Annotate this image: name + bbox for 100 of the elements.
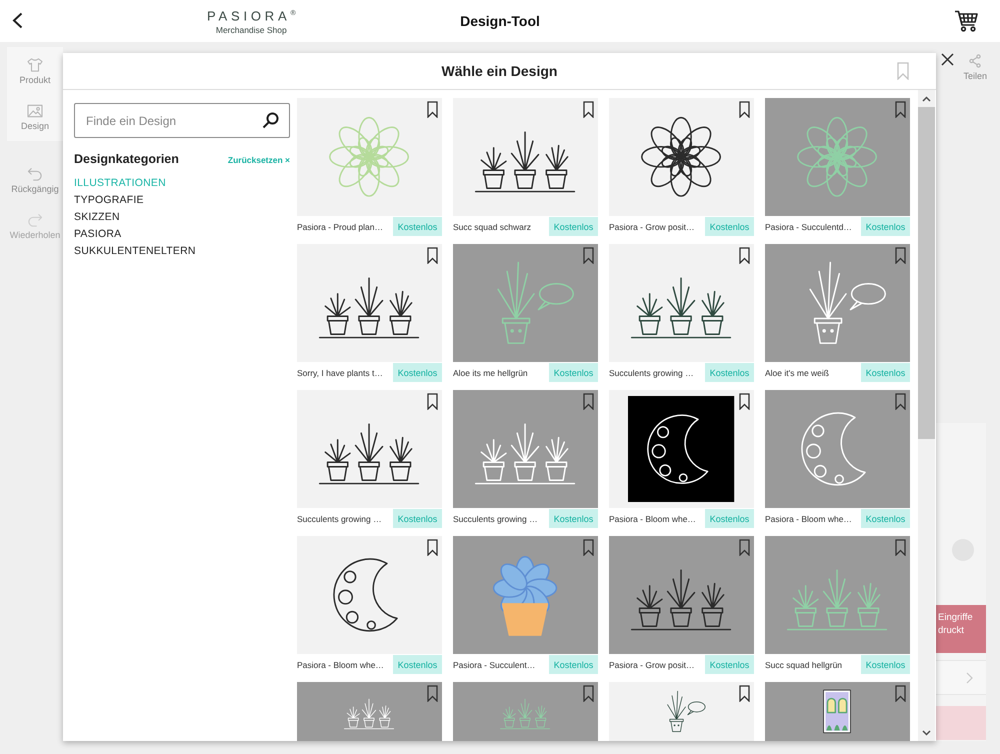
price-badge: Kostenlos [861, 509, 910, 528]
price-badge: Kostenlos [549, 363, 598, 382]
category-link[interactable]: PASIORA [74, 226, 122, 243]
design-thumbnail[interactable] [453, 536, 598, 654]
toolbar-button[interactable]: Design [20, 104, 49, 132]
bookmark-icon[interactable] [895, 247, 906, 264]
design-thumbnail[interactable] [765, 536, 910, 654]
bookmark-icon[interactable] [895, 685, 906, 702]
design-title: Aloe its me hellgrün [453, 368, 528, 378]
bookmark-icon[interactable] [583, 539, 594, 556]
bookmark-icon[interactable] [739, 539, 750, 556]
category-link[interactable]: SKIZZEN [74, 209, 120, 226]
redo-icon [27, 213, 43, 227]
price-badge: Kostenlos [705, 655, 754, 674]
design-title: Pasiora - Grow posit… [609, 660, 694, 670]
categories-heading: Designkategorien [74, 152, 179, 166]
share-button[interactable]: Teilen [963, 54, 987, 82]
price-badge: Kostenlos [549, 655, 598, 674]
design-thumbnail[interactable] [765, 244, 910, 362]
bookmark-icon[interactable] [739, 393, 750, 410]
design-thumbnail[interactable] [609, 536, 754, 654]
dialog-title: Wähle ein Design [442, 63, 558, 79]
design-thumbnail[interactable] [453, 98, 598, 216]
design-thumbnail[interactable] [297, 682, 442, 741]
price-badge: Kostenlos [549, 509, 598, 528]
price-badge: Kostenlos [393, 509, 442, 528]
design-thumbnail[interactable] [609, 682, 754, 741]
share-icon [969, 54, 982, 68]
bookmark-icon[interactable] [739, 685, 750, 702]
logo-tagline: Merchandise Shop [216, 24, 287, 35]
price-badge: Kostenlos [393, 655, 442, 674]
bookmark-icon[interactable] [583, 101, 594, 118]
design-title: Sorry, I have plants t… [297, 368, 383, 378]
bookmark-icon[interactable] [895, 393, 906, 410]
bookmark-icon[interactable] [427, 247, 438, 264]
design-thumbnail[interactable] [609, 98, 754, 216]
design-thumbnail[interactable] [297, 536, 442, 654]
design-thumbnail[interactable] [765, 390, 910, 508]
price-badge: Kostenlos [861, 363, 910, 382]
bookmark-icon[interactable] [427, 101, 438, 118]
notice-text: Eingriffe [938, 611, 974, 624]
category-link[interactable]: ILLUSTRATIONEN [74, 175, 166, 192]
design-thumbnail[interactable] [297, 244, 442, 362]
scrollbar-thumb[interactable] [918, 107, 935, 439]
toolbar-button[interactable]: Rückgängig [11, 167, 59, 195]
category-link[interactable]: SUKKULENTENELTERN [74, 243, 196, 260]
design-thumbnail[interactable] [297, 98, 442, 216]
back-button[interactable] [12, 12, 23, 30]
bookmark-icon[interactable] [739, 247, 750, 264]
bookmark-icon[interactable] [583, 393, 594, 410]
price-badge: Kostenlos [861, 217, 910, 236]
design-thumbnail[interactable] [609, 390, 754, 508]
price-badge: Kostenlos [705, 363, 754, 382]
cart-button[interactable] [954, 10, 978, 32]
price-badge: Kostenlos [393, 217, 442, 236]
design-thumbnail[interactable] [453, 390, 598, 508]
design-title: Pasiora - Grow posit… [609, 222, 694, 232]
bookmark-icon[interactable] [427, 393, 438, 410]
shirt-icon [27, 58, 43, 72]
design-title: Pasiora - Bloom whe… [297, 660, 384, 670]
bookmark-icon[interactable] [427, 539, 438, 556]
bookmark-icon[interactable] [895, 101, 906, 118]
design-title: Succ squad hellgrün [765, 660, 842, 670]
notice-text: druckt [938, 624, 965, 637]
shopping-cart-icon [954, 10, 978, 32]
design-thumbnail[interactable] [297, 390, 442, 508]
caret-down-icon [922, 730, 931, 736]
bookmark-icon[interactable] [427, 685, 438, 702]
price-badge: Kostenlos [705, 509, 754, 528]
bookmark-icon[interactable] [895, 539, 906, 556]
design-title: Succulents growing … [453, 514, 538, 524]
design-thumbnail[interactable] [453, 682, 598, 741]
bookmark-icon[interactable] [583, 247, 594, 264]
design-title: Pasiora - Succulentd… [765, 222, 852, 232]
bookmark-icon[interactable] [583, 685, 594, 702]
undo-icon [27, 167, 43, 181]
reset-link[interactable]: Zurücksetzen × [228, 155, 290, 165]
price-badge: Kostenlos [705, 217, 754, 236]
close-icon [941, 53, 954, 66]
chevron-right-icon [966, 672, 973, 684]
design-title: Succulents growing … [297, 514, 382, 524]
price-badge: Kostenlos [861, 655, 910, 674]
image-icon [26, 104, 43, 118]
search-field[interactable]: Finde ein Design [74, 103, 290, 138]
category-link[interactable]: TYPOGRAFIE [74, 192, 144, 209]
design-title: Aloe it's me weiß [765, 368, 829, 378]
search-icon[interactable] [262, 112, 279, 129]
design-thumbnail[interactable] [765, 682, 910, 741]
design-title: Pasiora - Proud plan… [297, 222, 383, 232]
design-thumbnail[interactable] [765, 98, 910, 216]
close-button[interactable] [941, 53, 954, 66]
design-thumbnail[interactable] [453, 244, 598, 362]
design-title: Succulents growing … [609, 368, 694, 378]
price-badge: Kostenlos [549, 217, 598, 236]
logo-wordmark: PASIORA$^{®}$ [207, 8, 296, 23]
design-thumbnail[interactable] [609, 244, 754, 362]
toolbar-button[interactable]: Produkt [19, 58, 51, 86]
design-title: Pasiora - Succulent… [453, 660, 536, 670]
design-title: Succ squad schwarz [453, 222, 531, 232]
bookmark-icon[interactable] [739, 101, 750, 118]
